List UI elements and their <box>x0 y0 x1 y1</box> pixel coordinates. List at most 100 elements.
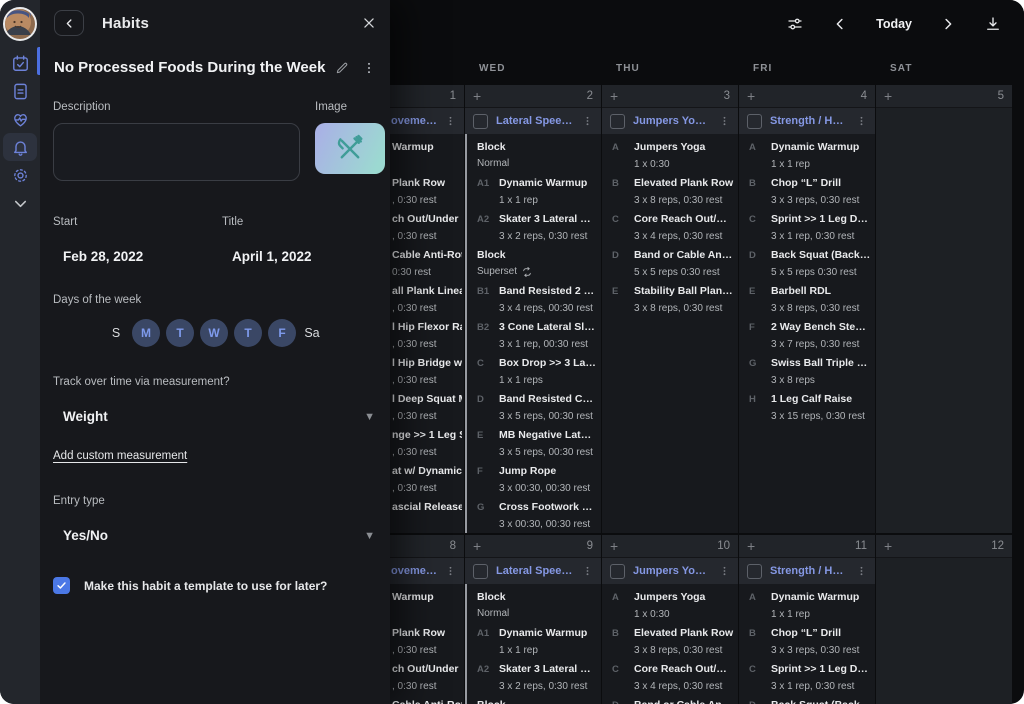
day-toggle-f[interactable]: F <box>268 319 296 347</box>
add-workout-button[interactable]: + <box>610 539 618 553</box>
exercise-row[interactable]: nge >> 1 Leg St..., 0:30 rest <box>390 429 464 459</box>
exercise-row[interactable]: ADynamic Warmup1 x 1 rep <box>739 141 875 171</box>
sidebar-item-settings[interactable] <box>3 161 37 189</box>
workout-checkbox[interactable] <box>473 564 488 579</box>
sidebar-item-health[interactable] <box>3 105 37 133</box>
exercise-row[interactable]: Warmup <box>390 591 464 621</box>
back-button[interactable] <box>54 10 84 36</box>
add-workout-button[interactable]: + <box>473 89 481 103</box>
exercise-row[interactable]: CCore Reach Out/Under3 x 4 reps, 0:30 re… <box>602 213 738 243</box>
workout-menu-button[interactable] <box>719 564 730 578</box>
exercise-row[interactable]: CBox Drop >> 3 Lateral H...1 x 1 reps <box>467 357 601 387</box>
add-workout-button[interactable]: + <box>884 539 892 553</box>
day-toggle-w[interactable]: W <box>200 319 228 347</box>
entry-type-select[interactable]: Yes/No ▼ <box>40 528 390 543</box>
exercise-row[interactable]: F2 Way Bench Step Up3 x 7 reps, 0:30 res… <box>739 321 875 351</box>
exercise-row[interactable]: B1Band Resisted 2 Step Late...3 x 4 reps… <box>467 285 601 315</box>
workout-checkbox[interactable] <box>747 114 762 129</box>
workout-title[interactable]: Lateral Speed / Plyo <box>496 565 574 577</box>
measurement-select[interactable]: Weight ▼ <box>40 409 390 424</box>
avatar[interactable] <box>3 7 37 41</box>
workout-title[interactable]: Strength / Hypertro... <box>770 565 848 577</box>
workout-title[interactable]: Jumpers Yoga / Core <box>633 115 711 127</box>
close-icon[interactable] <box>362 16 376 30</box>
exercise-row[interactable]: ch Out/Under, 0:30 rest <box>390 663 464 693</box>
workout-checkbox[interactable] <box>610 564 625 579</box>
exercise-row[interactable]: BElevated Plank Row3 x 8 reps, 0:30 rest <box>602 177 738 207</box>
description-input[interactable] <box>53 123 300 181</box>
exercise-row[interactable]: GCross Footwork Jump Rope3 x 00:30, 00:3… <box>467 501 601 531</box>
exercise-row[interactable]: Plank Row, 0:30 rest <box>390 627 464 657</box>
exercise-row[interactable]: EBarbell RDL3 x 8 reps, 0:30 rest <box>739 285 875 315</box>
exercise-row[interactable]: l Hip Flexor Rais..., 0:30 rest <box>390 321 464 351</box>
add-workout-button[interactable]: + <box>747 539 755 553</box>
sidebar-item-documents[interactable] <box>3 77 37 105</box>
sidebar-item-notifications[interactable] <box>3 133 37 161</box>
add-workout-button[interactable]: + <box>610 89 618 103</box>
exercise-row[interactable]: Warmup <box>390 141 464 171</box>
workout-menu-button[interactable] <box>582 114 593 128</box>
exercise-row[interactable]: BChop “L” Drill3 x 3 reps, 0:30 rest <box>739 177 875 207</box>
exercise-row[interactable]: CCore Reach Out/Under3 x 4 reps, 0:30 re… <box>602 663 738 693</box>
edit-pencil-icon[interactable] <box>335 61 349 75</box>
workout-checkbox[interactable] <box>610 114 625 129</box>
workout-title[interactable]: Jumpers Yoga / Core <box>633 565 711 577</box>
workout-title[interactable]: ovement Q... <box>391 115 437 127</box>
add-workout-button[interactable]: + <box>473 539 481 553</box>
workout-menu-button[interactable] <box>582 564 593 578</box>
workout-title[interactable]: ovement Q... <box>391 565 437 577</box>
exercise-row[interactable]: EMB Negative Lateral Hop...3 x 5 reps, 0… <box>467 429 601 459</box>
day-toggle-m[interactable]: M <box>132 319 160 347</box>
exercise-row[interactable]: BElevated Plank Row3 x 8 reps, 0:30 rest <box>602 627 738 657</box>
exercise-row[interactable]: DBand or Cable Anti Rotati...5 x 5 reps … <box>602 249 738 279</box>
exercise-row[interactable]: CSprint >> 1 Leg Declarations3 x 1 rep, … <box>739 213 875 243</box>
exercise-row[interactable]: H1 Leg Calf Raise3 x 15 reps, 0:30 rest <box>739 393 875 423</box>
next-week-button[interactable] <box>939 15 957 33</box>
exercise-row[interactable]: FJump Rope3 x 00:30, 00:30 rest <box>467 465 601 495</box>
workout-checkbox[interactable] <box>747 564 762 579</box>
workout-title[interactable]: Lateral Speed / Plyo <box>496 115 574 127</box>
day-toggle-sa[interactable]: Sa <box>302 326 322 340</box>
day-toggle-s[interactable]: S <box>106 326 126 340</box>
add-custom-measurement-link[interactable]: Add custom measurement <box>53 450 187 462</box>
exercise-row[interactable]: A1Dynamic Warmup1 x 1 rep <box>467 177 601 207</box>
exercise-row[interactable]: Cable Anti-Rotati...0:30 rest <box>390 699 464 704</box>
exercise-row[interactable]: ch Out/Under, 0:30 rest <box>390 213 464 243</box>
workout-menu-button[interactable] <box>445 114 456 128</box>
sidebar-collapse-button[interactable] <box>3 189 37 217</box>
exercise-row[interactable]: A2Skater 3 Lateral Hops >> ...3 x 2 reps… <box>467 213 601 243</box>
start-date-field[interactable]: Feb 28, 2022 <box>53 249 222 264</box>
exercise-row[interactable]: CSprint >> 1 Leg Declarations3 x 1 rep, … <box>739 663 875 693</box>
habit-menu-button[interactable] <box>362 60 376 76</box>
exercise-row[interactable]: AJumpers Yoga1 x 0:30 <box>602 141 738 171</box>
exercise-row[interactable]: AJumpers Yoga1 x 0:30 <box>602 591 738 621</box>
template-checkbox[interactable] <box>53 577 70 594</box>
workout-checkbox[interactable] <box>473 114 488 129</box>
filter-sliders-button[interactable] <box>786 15 804 33</box>
exercise-row[interactable]: A1Dynamic Warmup1 x 1 rep <box>467 627 601 657</box>
exercise-row[interactable]: B23 Cone Lateral Slide3 x 1 rep, 00:30 r… <box>467 321 601 351</box>
exercise-row[interactable]: DBand or Cable Anti Rotati...5 x 5 reps … <box>602 699 738 704</box>
exercise-row[interactable]: DBack Squat (Back Off Set)5 x 5 reps 0:3… <box>739 249 875 279</box>
exercise-row[interactable]: at w/ Dynamic P..., 0:30 rest <box>390 465 464 495</box>
exercise-row[interactable]: l Hip Bridge w/ ..., 0:30 rest <box>390 357 464 387</box>
download-icon[interactable] <box>984 15 1002 33</box>
workout-menu-button[interactable] <box>445 564 456 578</box>
add-workout-button[interactable]: + <box>747 89 755 103</box>
exercise-row[interactable]: BChop “L” Drill3 x 3 reps, 0:30 rest <box>739 627 875 657</box>
end-date-field[interactable]: April 1, 2022 <box>222 249 391 264</box>
exercise-row[interactable]: ADynamic Warmup1 x 1 rep <box>739 591 875 621</box>
exercise-row[interactable]: Cable Anti-Rotati...0:30 rest <box>390 249 464 279</box>
exercise-row[interactable]: Plank Row, 0:30 rest <box>390 177 464 207</box>
workout-menu-button[interactable] <box>856 564 867 578</box>
exercise-row[interactable]: GSwiss Ball Triple Threat3 x 8 reps <box>739 357 875 387</box>
day-toggle-t[interactable]: T <box>166 319 194 347</box>
sidebar-item-calendar[interactable] <box>3 49 37 77</box>
exercise-row[interactable]: ascial Release C... <box>390 501 464 531</box>
exercise-row[interactable]: DBand Resisted Crossover...3 x 5 reps, 0… <box>467 393 601 423</box>
exercise-row[interactable]: EStability Ball Plank Linear ...3 x 8 re… <box>602 285 738 315</box>
add-workout-button[interactable]: + <box>884 89 892 103</box>
workout-menu-button[interactable] <box>719 114 730 128</box>
habit-image[interactable] <box>315 123 385 174</box>
workout-menu-button[interactable] <box>856 114 867 128</box>
